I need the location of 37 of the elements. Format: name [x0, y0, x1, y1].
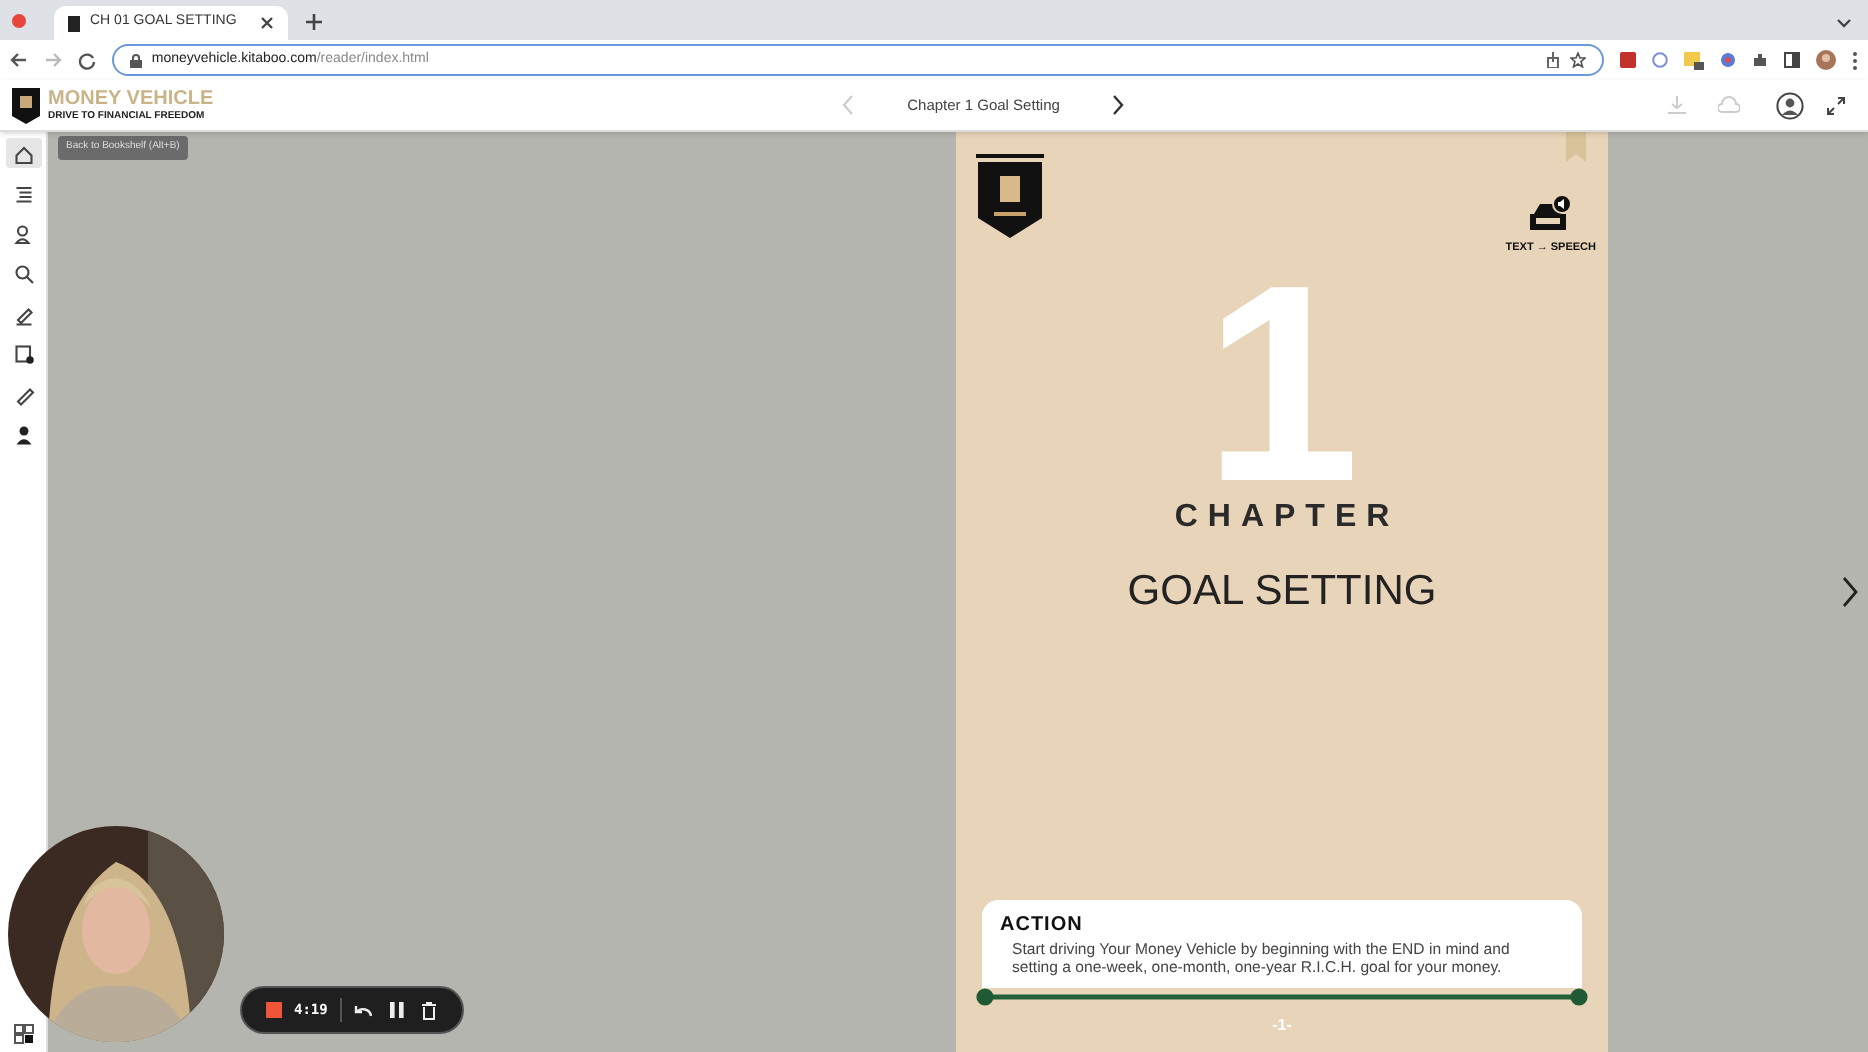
home-icon: [11, 141, 35, 165]
fullscreen-icon[interactable]: [1826, 95, 1846, 115]
chevron-down-icon[interactable]: [1836, 18, 1852, 30]
trash-icon[interactable]: [421, 1001, 436, 1019]
undo-icon[interactable]: [353, 1003, 372, 1017]
sidebar-home-button[interactable]: [5, 138, 41, 168]
star-icon[interactable]: [1570, 52, 1587, 68]
share-icon[interactable]: [1546, 52, 1561, 68]
page-number: -1-: [1272, 1014, 1292, 1038]
next-page-icon[interactable]: [1842, 576, 1858, 608]
logo-shield-icon: [12, 87, 40, 123]
lock-icon: [129, 53, 142, 67]
chapter-label: CHAPTER: [1172, 500, 1400, 537]
chapter-title: GOAL SETTING: [1127, 566, 1437, 619]
page-icon: [11, 341, 35, 365]
chapter-number: 1: [1204, 280, 1360, 489]
person-icon: [11, 221, 35, 245]
profile-icon[interactable]: [1776, 91, 1804, 119]
sidebar-icon[interactable]: [1784, 52, 1801, 68]
next-chapter-icon[interactable]: [1111, 94, 1124, 116]
back-icon[interactable]: [10, 52, 28, 68]
list-icon: [11, 181, 35, 205]
action-heading: ACTION: [1000, 912, 1085, 940]
logo-shield-icon: [976, 154, 1044, 238]
grid-icon[interactable]: [13, 1024, 33, 1044]
pause-icon[interactable]: [389, 1002, 404, 1018]
pdf-extension-icon[interactable]: [1620, 52, 1637, 68]
search-icon: [11, 261, 35, 285]
new-tab-icon[interactable]: [306, 14, 322, 30]
person-icon: [11, 421, 35, 445]
book-icon: [68, 15, 80, 31]
more-icon[interactable]: [1852, 51, 1859, 69]
logo-title: MONEY VEHICLE: [48, 88, 214, 110]
note-extension-icon[interactable]: [1684, 51, 1705, 69]
close-icon[interactable]: [260, 16, 274, 30]
avatar-icon[interactable]: [1816, 50, 1837, 70]
reload-icon[interactable]: [77, 51, 96, 69]
